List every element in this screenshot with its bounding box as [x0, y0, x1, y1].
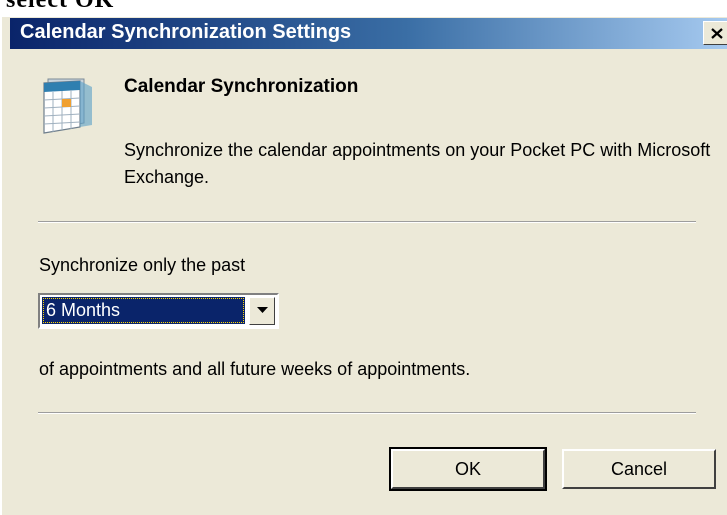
ok-button[interactable]: OK: [389, 447, 547, 491]
appointments-suffix-label: of appointments and all future weeks of …: [39, 359, 471, 379]
divider-top: [38, 221, 696, 223]
close-icon: [711, 28, 723, 39]
close-button[interactable]: [703, 21, 727, 45]
clipped-top-text: select OK: [6, 0, 115, 13]
chevron-down-icon: [257, 307, 268, 313]
cancel-button[interactable]: Cancel: [562, 449, 716, 489]
window-title: Calendar Synchronization Settings: [20, 21, 352, 43]
section-description: Synchronize the calendar appointments on…: [124, 140, 711, 187]
section-heading: Calendar Synchronization: [124, 76, 359, 97]
title-bar[interactable]: Calendar Synchronization Settings: [10, 18, 727, 49]
sync-period-value[interactable]: 6 Months: [42, 297, 245, 324]
settings-dialog: Calendar Synchronization Settings Calend…: [0, 17, 727, 515]
dropdown-arrow-button[interactable]: [249, 297, 275, 325]
divider-bottom: [38, 412, 696, 414]
calendar-icon: [38, 73, 98, 140]
sync-period-label: Synchronize only the past: [39, 255, 246, 275]
sync-period-dropdown[interactable]: 6 Months: [38, 293, 279, 329]
